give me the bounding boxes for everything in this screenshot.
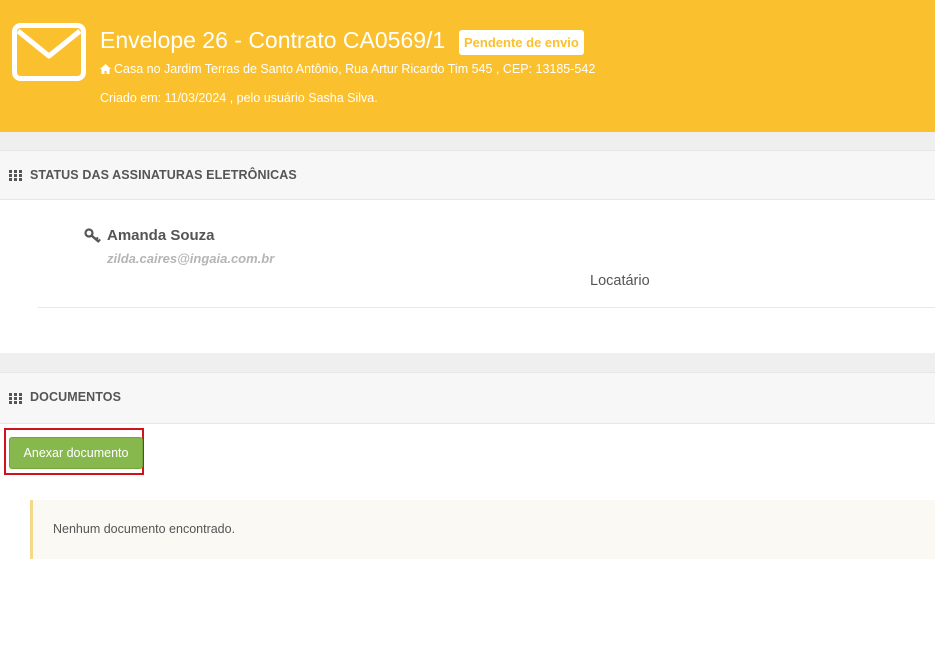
status-badge: Pendente de envio [459,30,584,55]
address-line: Casa no Jardim Terras de Santo Antônio, … [100,62,595,76]
signer-email: zilda.caires@ingaia.com.br [107,251,275,266]
signatures-section-header: STATUS DAS ASSINATURAS ELETRÔNICAS [0,150,935,200]
key-icon [84,228,101,243]
section-title: DOCUMENTOS [30,390,122,404]
signer-role: Locatário [590,273,650,289]
section-gap [0,353,935,372]
grid-icon [9,393,22,404]
signer-name: Amanda Souza [107,227,215,244]
attach-document-button[interactable]: Anexar documento [9,437,143,469]
home-icon [100,64,111,74]
empty-documents-alert: Nenhum documento encontrado. [30,500,935,559]
divider [38,307,935,308]
section-title: STATUS DAS ASSINATURAS ELETRÔNICAS [30,168,297,182]
created-info: Criado em: 11/03/2024 , pelo usuário Sas… [100,91,378,105]
page-title: Envelope 26 - Contrato CA0569/1 [100,27,446,53]
envelope-icon [12,23,86,81]
empty-message: Nenhum documento encontrado. [53,522,236,536]
documents-section-header: DOCUMENTOS [0,372,935,424]
grid-icon [9,170,22,181]
section-gap [0,132,935,150]
address-text: Casa no Jardim Terras de Santo Antônio, … [114,62,596,76]
envelope-header: Envelope 26 - Contrato CA0569/1 Pendente… [0,0,935,132]
